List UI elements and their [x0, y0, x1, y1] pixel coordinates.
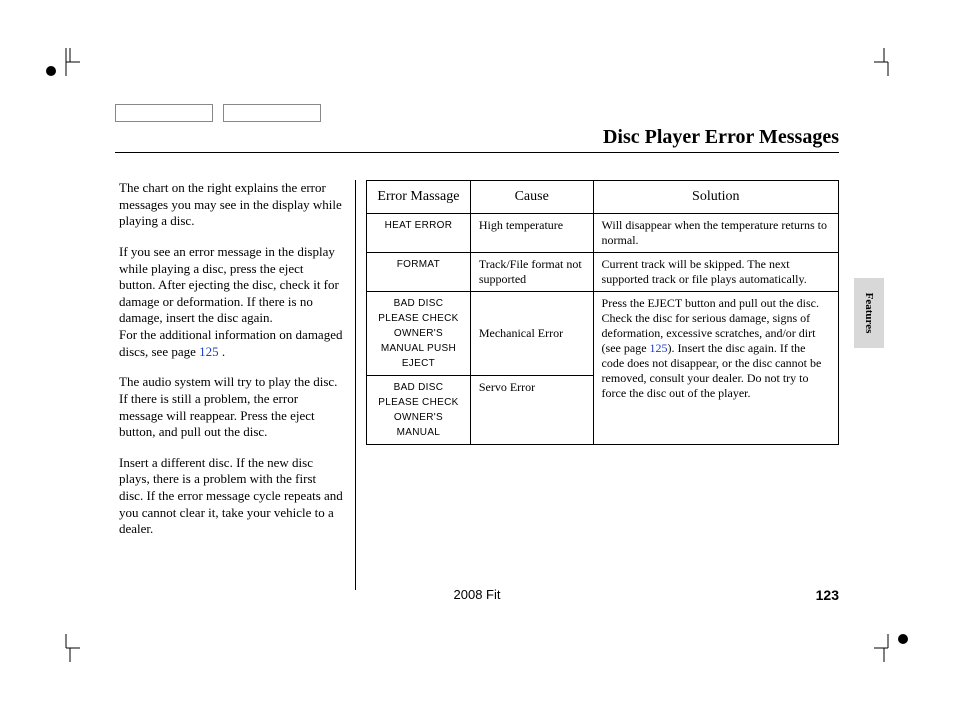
cell-cause: High temperature [470, 214, 593, 253]
table-header-row: Error Massage Cause Solution [367, 181, 839, 214]
cell-message: HEAT ERROR [367, 214, 471, 253]
registration-mark-icon [892, 344, 914, 366]
table-header: Cause [470, 181, 593, 214]
chapter-side-tab: Features [854, 278, 884, 348]
body-paragraph: The audio system will try to play the di… [119, 374, 343, 441]
cell-solution: Current track will be skipped. The next … [593, 253, 838, 292]
manual-page: { "header": { "section_title": "Disc Pla… [0, 0, 954, 710]
error-table-column: Error Massage Cause Solution HEAT ERROR … [366, 180, 839, 590]
footer-model: 2008 Fit [454, 587, 501, 602]
body-text-column: The chart on the right explains the erro… [119, 180, 355, 590]
section-title: Disc Player Error Messages [603, 126, 839, 149]
footer-page-number: 123 [816, 587, 839, 603]
table-row: HEAT ERROR High temperature Will disappe… [367, 214, 839, 253]
table-row: FORMAT Track/File format not supported C… [367, 253, 839, 292]
cell-message: FORMAT [367, 253, 471, 292]
header-box [223, 104, 321, 122]
cell-solution: Will disappear when the temperature retu… [593, 214, 838, 253]
cell-cause: Track/File format not supported [470, 253, 593, 292]
crop-mark-top-right [874, 48, 902, 76]
table-row: BAD DISCPLEASE CHECKOWNER'SMANUAL PUSHEJ… [367, 292, 839, 376]
cell-solution: Press the EJECT button and pull out the … [593, 292, 838, 445]
header-placeholder-boxes [115, 104, 321, 122]
table-header: Error Massage [367, 181, 471, 214]
cell-message: BAD DISCPLEASE CHECKOWNER'SMANUAL PUSHEJ… [367, 292, 471, 376]
cell-cause: Mechanical Error [470, 292, 593, 376]
body-paragraph: If you see an error message in the displ… [119, 244, 343, 360]
page-link[interactable]: 125 [199, 344, 219, 359]
page-footer: 2008 Fit 123 [115, 587, 839, 602]
cell-message: BAD DISCPLEASE CHECKOWNER'SMANUAL [367, 376, 471, 445]
body-paragraph: The chart on the right explains the erro… [119, 180, 343, 230]
table-header: Solution [593, 181, 838, 214]
registration-mark-icon [892, 628, 914, 650]
registration-mark-icon [466, 648, 488, 670]
crop-mark-bottom-left [52, 634, 80, 662]
chapter-side-tab-label: Features [863, 293, 875, 334]
body-paragraph: Insert a different disc. If the new disc… [119, 455, 343, 538]
title-rule [115, 152, 839, 153]
header-box [115, 104, 213, 122]
column-divider [355, 180, 356, 590]
registration-mark-icon [40, 344, 62, 366]
page-link[interactable]: 125 [650, 341, 668, 355]
cell-cause: Servo Error [470, 376, 593, 445]
error-messages-table: Error Massage Cause Solution HEAT ERROR … [366, 180, 839, 445]
registration-mark-icon [466, 40, 488, 62]
registration-mark-icon [40, 60, 62, 82]
